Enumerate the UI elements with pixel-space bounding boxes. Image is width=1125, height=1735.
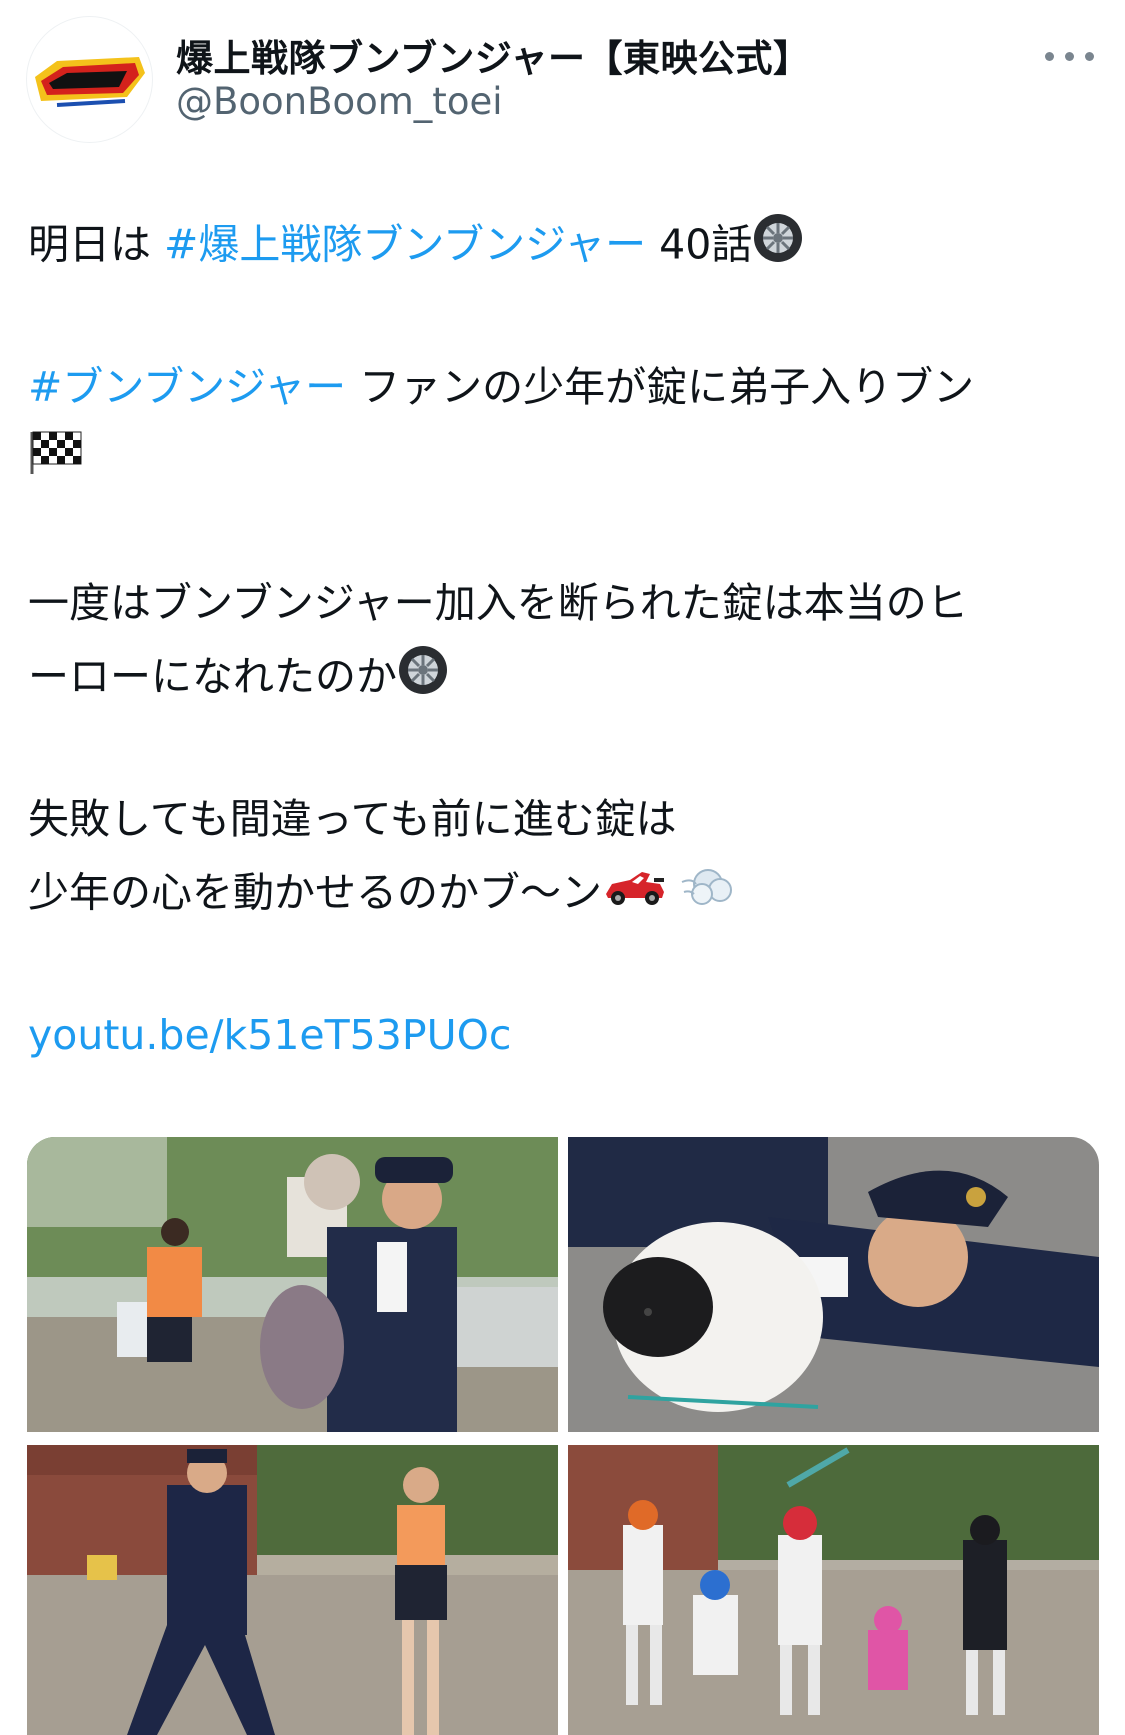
photo-park-chase: [27, 1137, 558, 1432]
text-segment: 40話: [646, 220, 753, 269]
text-segment: 少年の心を動かせるのかブ〜ン: [28, 868, 602, 917]
wheel-icon: [752, 212, 804, 275]
photo-2[interactable]: [568, 1137, 1099, 1432]
profile-avatar[interactable]: [26, 16, 153, 143]
wheel-icon: [397, 644, 449, 707]
tweet-line-2: #ブンブンジャー ファンの少年が錠に弟子入りブン: [28, 362, 974, 412]
youtube-link[interactable]: youtu.be/k51eT53PUOc: [28, 1010, 511, 1060]
more-options-icon[interactable]: [1045, 38, 1101, 74]
tweet-line-4: 一度はブンブンジャー加入を断られた錠は本当のヒ: [28, 579, 968, 627]
account-handle[interactable]: @BoonBoom_toei: [176, 80, 503, 123]
photo-1[interactable]: [27, 1137, 558, 1432]
hashtag-link[interactable]: #爆上戦隊ブンブンジャー: [164, 221, 646, 269]
text-segment: 明日は: [28, 220, 165, 269]
photo-heroes-group-pose: [568, 1445, 1099, 1735]
tweet-line-6: 失敗しても間違っても前に進む錠は: [28, 795, 677, 843]
tweet-line-1: 明日は #爆上戦隊ブンブンジャー 40話: [28, 214, 804, 279]
checkered-flag-icon: [28, 428, 84, 487]
text-segment: ファンの少年が錠に弟子入りブン: [346, 363, 975, 411]
boonboom-logo-icon: [27, 17, 152, 142]
racing-car-icon: [602, 864, 668, 919]
display-name[interactable]: 爆上戦隊ブンブンジャー【東映公式】: [176, 28, 811, 82]
photo-officer-dog: [568, 1137, 1099, 1432]
tweet-line-5: ーローになれたのか: [28, 646, 449, 711]
photo-3[interactable]: [27, 1445, 558, 1735]
tweet-header: 爆上戦隊ブンブンジャー【東映公式】 @BoonBoom_toei: [0, 0, 1125, 150]
photo-4[interactable]: [568, 1445, 1099, 1735]
tweet-line-3: [28, 431, 84, 491]
dash-icon: [678, 860, 736, 923]
text-segment: ーローになれたのか: [28, 652, 397, 701]
hashtag-link[interactable]: #ブンブンジャー: [28, 363, 346, 411]
tweet-line-7: 少年の心を動かせるのかブ〜ン: [28, 864, 736, 927]
photo-officer-and-woman-pose: [27, 1445, 558, 1735]
media-grid: [27, 1137, 1099, 1735]
